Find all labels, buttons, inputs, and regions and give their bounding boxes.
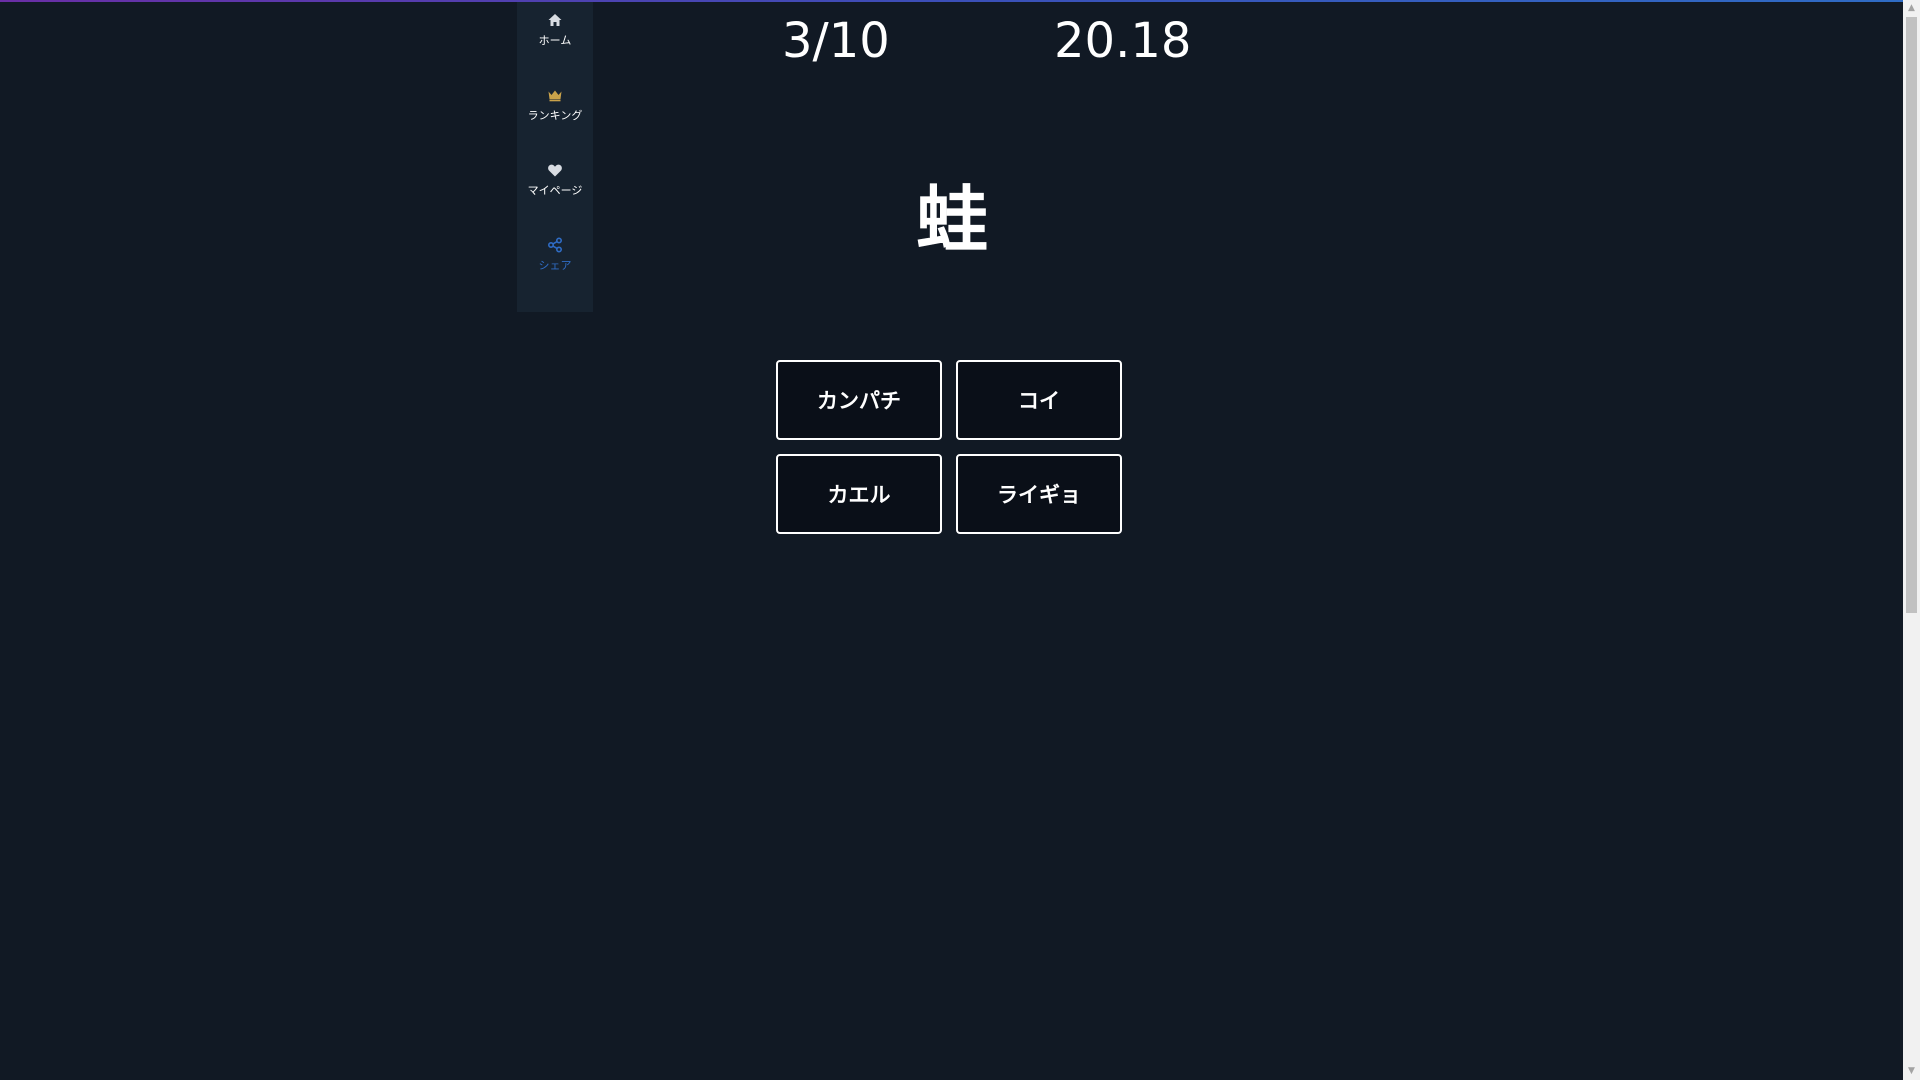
scrollbar-thumb[interactable]	[1906, 17, 1917, 613]
scroll-down-arrow-icon[interactable]: ▼	[1903, 1063, 1920, 1080]
question-progress: 3/10	[782, 13, 890, 69]
crown-icon	[548, 90, 562, 102]
sidebar-item-label: ホーム	[538, 34, 572, 47]
timer: 20.18	[1054, 13, 1192, 69]
home-icon	[548, 14, 562, 26]
question-kanji: 蛙	[915, 178, 988, 262]
scroll-up-arrow-icon[interactable]: ▲	[1903, 0, 1920, 17]
vertical-scrollbar[interactable]: ▲ ▼	[1903, 0, 1920, 1080]
sidebar-item-label: ランキング	[527, 109, 583, 122]
answer-choices: カンパチ コイ カエル ライギョ	[776, 360, 1128, 538]
choice-button[interactable]: ライギョ	[956, 454, 1122, 534]
choice-button[interactable]: カンパチ	[776, 360, 942, 440]
choice-button[interactable]: コイ	[956, 360, 1122, 440]
top-accent-line	[0, 0, 1904, 2]
sidebar-item-home[interactable]: ホーム	[517, 12, 593, 72]
sidebar-item-ranking[interactable]: ランキング	[517, 87, 593, 147]
choice-button[interactable]: カエル	[776, 454, 942, 534]
